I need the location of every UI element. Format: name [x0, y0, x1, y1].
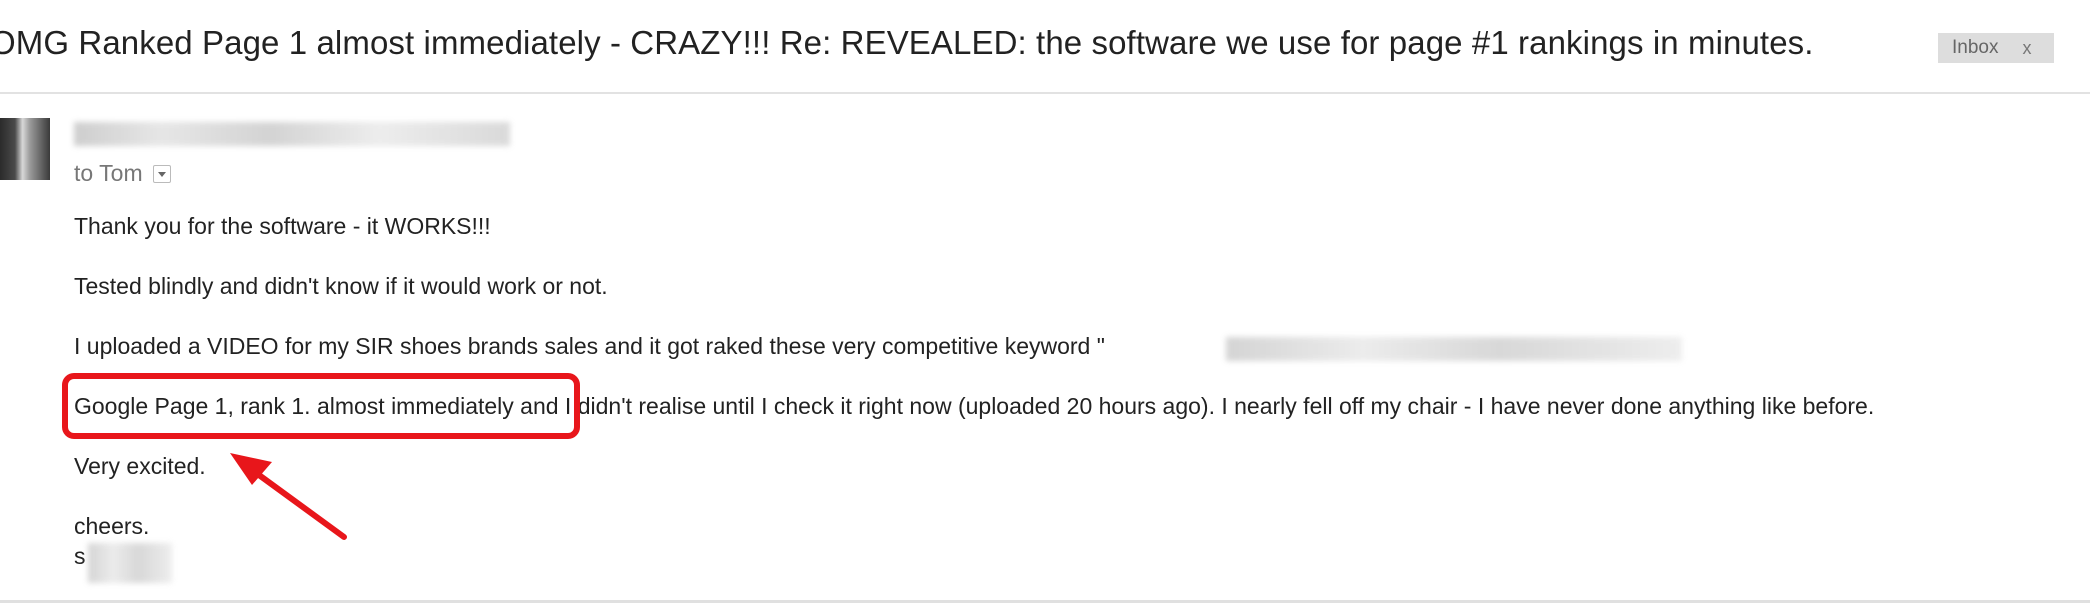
avatar[interactable] [0, 118, 50, 180]
body-line-1: Thank you for the software - it WORKS!!! [74, 213, 491, 239]
inbox-label[interactable]: Inbox x [1938, 33, 2054, 63]
recipient-line: to Tom [74, 160, 171, 187]
chevron-down-icon[interactable] [152, 164, 171, 183]
subject-bar: OMG Ranked Page 1 almost immediately - C… [0, 0, 2090, 94]
body-line-6: cheers. [74, 513, 150, 539]
email-subject: OMG Ranked Page 1 almost immediately - C… [0, 24, 1814, 61]
body-line-3: I uploaded a VIDEO for my SIR shoes bran… [74, 333, 1105, 359]
body-line-2: Tested blindly and didn't know if it wou… [74, 273, 608, 299]
body-line-5: Very excited. [74, 453, 206, 479]
body-line-7: s [74, 543, 86, 569]
bottom-divider [0, 600, 2090, 603]
recipient-text: to Tom [74, 160, 143, 186]
inbox-label-text: Inbox [1952, 37, 1999, 58]
remove-label-button[interactable]: x [2022, 38, 2031, 59]
arrow-shaft [245, 464, 347, 540]
keyword-redacted [1226, 337, 1682, 361]
highlight-box [62, 373, 580, 439]
sender-name-redacted [74, 122, 510, 146]
arrow-head [230, 453, 272, 485]
signature-redacted [88, 543, 172, 583]
